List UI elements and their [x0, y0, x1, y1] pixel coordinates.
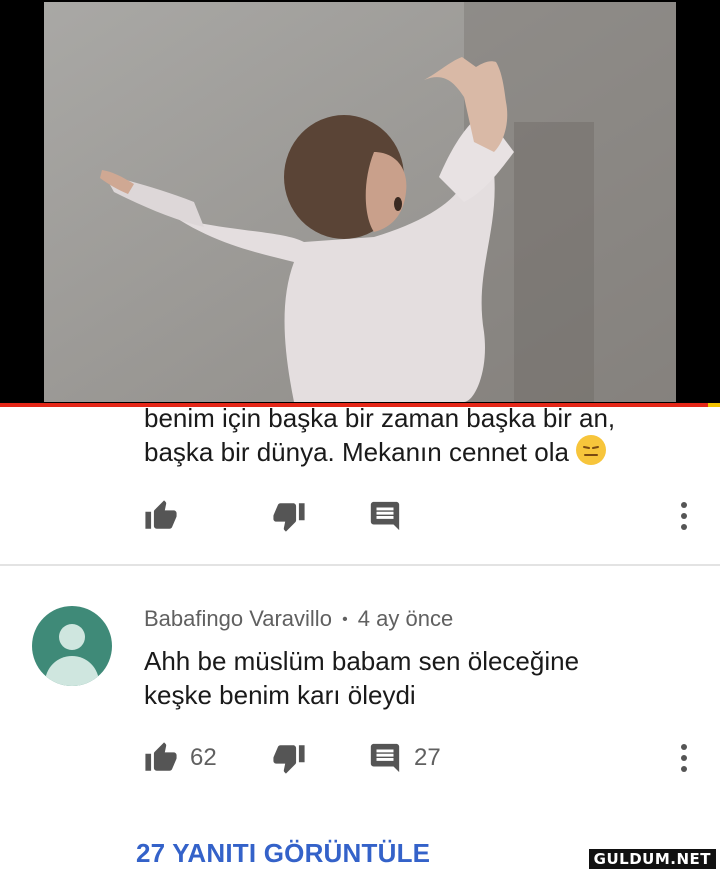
- video-player[interactable]: [0, 0, 720, 403]
- comment-2-meta: Babafingo Varavillo • 4 ay önce: [144, 606, 453, 632]
- like-count: 62: [190, 744, 217, 771]
- comment-divider: [0, 564, 720, 566]
- comment-1-line-1: benim için başka bir zaman başka bir an,: [144, 403, 616, 433]
- comment-1-text: benim için başka bir zaman başka bir an,…: [144, 401, 684, 469]
- expressionless-face-emoji-icon: [576, 435, 607, 465]
- comment-1-line-2: başka bir dünya. Mekanın cennet ola: [144, 435, 684, 469]
- comment-2-line-1: Ahh be müslüm babam sen öleceğine: [144, 646, 580, 676]
- like-button[interactable]: [144, 492, 178, 540]
- view-replies-link[interactable]: 27 YANITI GÖRÜNTÜLE: [136, 838, 430, 869]
- comment-1-actions: [0, 492, 720, 540]
- comment-1-line-2-text: başka bir dünya. Mekanın cennet ola: [144, 437, 569, 467]
- comment-time: 4 ay önce: [357, 606, 454, 631]
- comment-2-text: Ahh be müslüm babam sen öleceğine keşke …: [144, 644, 684, 712]
- reply-button[interactable]: [368, 492, 402, 540]
- dislike-button[interactable]: [272, 492, 306, 540]
- dislike-button[interactable]: [272, 734, 306, 782]
- watermark: GULDUM.NET: [588, 849, 716, 869]
- reply-comment-icon: [368, 499, 402, 533]
- comment-author[interactable]: Babafingo Varavillo: [144, 606, 332, 631]
- more-vert-icon[interactable]: [672, 500, 696, 532]
- comment-2-line-2: keşke benim karı öleydi: [144, 680, 416, 710]
- video-still-illustration: [44, 2, 676, 402]
- comment-2-actions: 62 27: [0, 734, 720, 782]
- meta-separator: •: [342, 611, 348, 628]
- reply-comment-icon: [368, 741, 402, 775]
- thumbs-up-icon: [144, 741, 178, 775]
- thumbs-down-icon: [272, 499, 306, 533]
- like-button[interactable]: 62: [144, 734, 217, 782]
- thumbs-up-icon: [144, 499, 178, 533]
- avatar[interactable]: [32, 606, 112, 686]
- video-frame-image: [44, 2, 676, 402]
- more-vert-icon[interactable]: [672, 742, 696, 774]
- reply-button[interactable]: 27: [368, 734, 441, 782]
- reply-count: 27: [414, 744, 441, 771]
- video-progress-buffer: [708, 403, 720, 407]
- thumbs-down-icon: [272, 741, 306, 775]
